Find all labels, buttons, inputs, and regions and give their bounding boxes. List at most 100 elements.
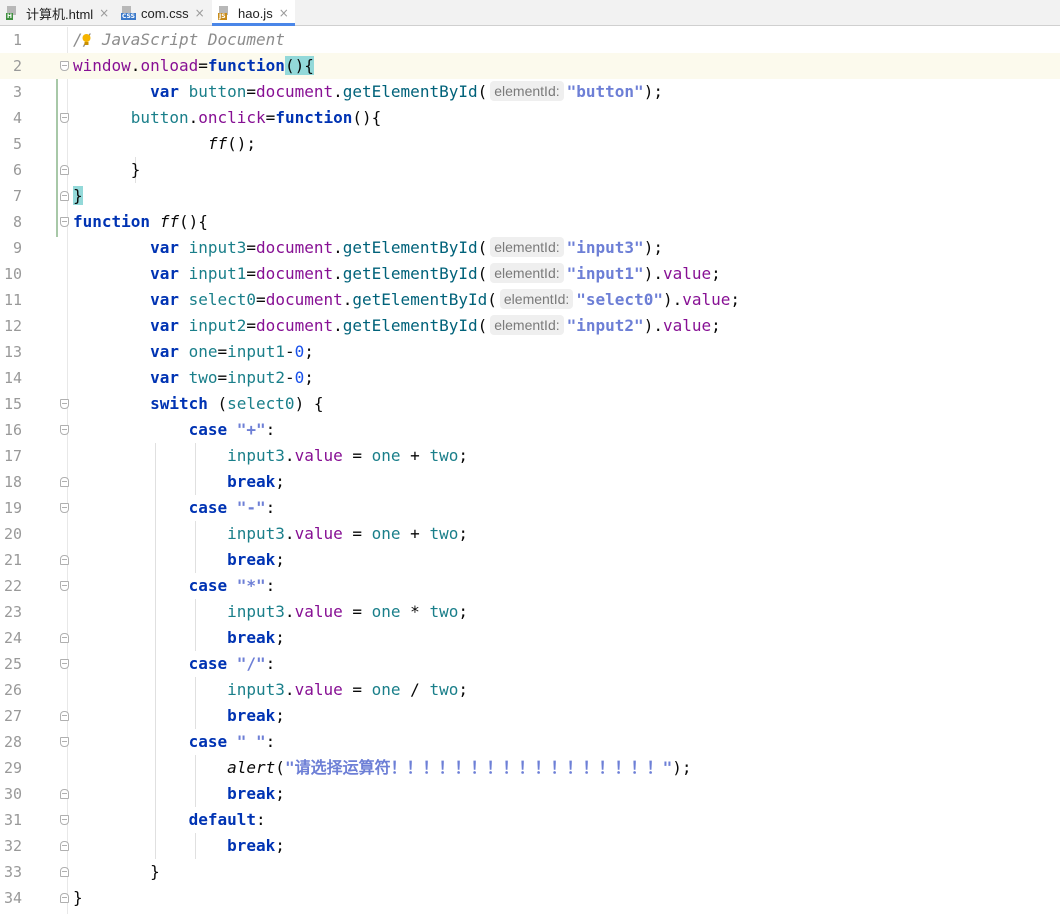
code-line[interactable]: 1 // JavaScript Document: [0, 27, 1060, 53]
fold-icon[interactable]: [60, 815, 69, 825]
parameter-hint: elementId:: [490, 237, 564, 257]
line-content: var input2=document.getElementById(eleme…: [150, 315, 721, 335]
line-content: switch (select0) {: [150, 394, 324, 413]
code-line[interactable]: 9 var input3=document.getElementById(ele…: [0, 235, 1060, 261]
fold-icon[interactable]: [60, 893, 69, 903]
code-line[interactable]: 14 var two=input2-0;: [0, 365, 1060, 391]
code-line[interactable]: 5 ff();: [0, 131, 1060, 157]
line-content: case "/":: [188, 654, 276, 673]
line-content: break;: [227, 784, 285, 803]
tab-label: com.css: [141, 5, 189, 21]
tab-html-file[interactable]: H 计算机.html ×: [6, 0, 109, 26]
code-line[interactable]: 21 break;: [0, 547, 1060, 573]
fold-icon[interactable]: [60, 789, 69, 799]
line-content: function ff(){: [73, 212, 208, 231]
line-content: case "-":: [188, 498, 276, 517]
fold-icon[interactable]: [60, 165, 69, 175]
tab-css-file[interactable]: CSS com.css ×: [121, 0, 205, 26]
line-content: }: [73, 862, 160, 881]
code-line[interactable]: 17 input3.value = one + two;: [0, 443, 1060, 469]
code-line[interactable]: 26 input3.value = one / two;: [0, 677, 1060, 703]
code-line[interactable]: 12 var input2=document.getElementById(el…: [0, 313, 1060, 339]
code-line[interactable]: 13 var one=input1-0;: [0, 339, 1060, 365]
line-content: case "+":: [188, 420, 276, 439]
line-number: 2: [12, 57, 22, 75]
fold-icon[interactable]: [60, 61, 69, 71]
code-line[interactable]: 8 function ff(){: [0, 209, 1060, 235]
line-content: var select0=document.getElementById(elem…: [150, 289, 741, 309]
line-content: break;: [227, 836, 285, 855]
fold-icon[interactable]: [60, 191, 69, 201]
code-line[interactable]: 19 case "-":: [0, 495, 1060, 521]
line-content: alert("请选择运算符！！！！！！！！！！！！！！！！！");: [227, 758, 692, 777]
intention-bulb-icon[interactable]: [80, 33, 93, 46]
code-line[interactable]: 22 case "*":: [0, 573, 1060, 599]
fold-icon[interactable]: [60, 659, 69, 669]
line-content: input3.value = one + two;: [227, 446, 468, 465]
fold-icon[interactable]: [60, 633, 69, 643]
close-icon[interactable]: ×: [195, 6, 205, 20]
fold-icon[interactable]: [60, 711, 69, 721]
fold-icon[interactable]: [60, 425, 69, 435]
code-line[interactable]: 16 case "+":: [0, 417, 1060, 443]
fold-icon[interactable]: [60, 399, 69, 409]
line-number: 30: [3, 785, 22, 803]
fold-icon[interactable]: [60, 113, 69, 123]
line-content: window.onload=function(){: [73, 56, 314, 75]
code-line[interactable]: 28 case " ":: [0, 729, 1060, 755]
code-line[interactable]: 6 }: [0, 157, 1060, 183]
code-line[interactable]: 3 var button=document.getElementById(ele…: [0, 79, 1060, 105]
close-icon[interactable]: ×: [279, 6, 289, 20]
code-line[interactable]: 34 }: [0, 885, 1060, 911]
code-line[interactable]: 4 button.onclick=function(){: [0, 105, 1060, 131]
code-line[interactable]: 10 var input1=document.getElementById(el…: [0, 261, 1060, 287]
code-line[interactable]: 23 input3.value = one * two;: [0, 599, 1060, 625]
css-file-icon: CSS: [121, 6, 136, 20]
code-line[interactable]: 7 }: [0, 183, 1060, 209]
line-number: 26: [3, 681, 22, 699]
code-line[interactable]: 15 switch (select0) {: [0, 391, 1060, 417]
parameter-hint: elementId:: [490, 81, 564, 101]
fold-icon[interactable]: [60, 477, 69, 487]
line-content: ff();: [207, 134, 257, 153]
line-content: var input3=document.getElementById(eleme…: [150, 237, 663, 257]
line-content: break;: [227, 472, 285, 491]
code-line[interactable]: 29 alert("请选择运算符！！！！！！！！！！！！！！！！！");: [0, 755, 1060, 781]
line-content: var one=input1-0;: [150, 342, 314, 361]
line-number: 5: [12, 135, 22, 153]
line-number: 32: [3, 837, 22, 855]
code-line[interactable]: 32 break;: [0, 833, 1060, 859]
line-content: // JavaScript Document: [73, 30, 285, 49]
code-line[interactable]: 27 break;: [0, 703, 1060, 729]
code-line[interactable]: 20 input3.value = one + two;: [0, 521, 1060, 547]
fold-icon[interactable]: [60, 503, 69, 513]
fold-icon[interactable]: [60, 867, 69, 877]
line-number: 28: [3, 733, 22, 751]
line-number: 3: [12, 83, 22, 101]
line-number: 22: [3, 577, 22, 595]
code-line-current[interactable]: 2 window.onload=function(){: [0, 53, 1060, 79]
parameter-hint: elementId:: [499, 289, 574, 309]
code-line[interactable]: 31 default:: [0, 807, 1060, 833]
code-line[interactable]: 25 case "/":: [0, 651, 1060, 677]
line-number: 16: [3, 421, 22, 439]
line-content: }: [73, 888, 83, 907]
line-number: 9: [12, 239, 22, 257]
fold-icon[interactable]: [60, 555, 69, 565]
line-number: 13: [3, 343, 22, 361]
close-icon[interactable]: ×: [99, 6, 109, 20]
line-number: 25: [3, 655, 22, 673]
code-line[interactable]: 33 }: [0, 859, 1060, 885]
code-line[interactable]: 30 break;: [0, 781, 1060, 807]
code-line[interactable]: 18 break;: [0, 469, 1060, 495]
tab-js-file[interactable]: JS hao.js ×: [212, 0, 295, 26]
code-line[interactable]: 11 var select0=document.getElementById(e…: [0, 287, 1060, 313]
code-editor[interactable]: 1 // JavaScript Document 2 window.onload…: [0, 27, 1060, 914]
line-number: 1: [12, 31, 22, 49]
code-line[interactable]: 24 break;: [0, 625, 1060, 651]
fold-icon[interactable]: [60, 737, 69, 747]
line-content: var two=input2-0;: [150, 368, 314, 387]
fold-icon[interactable]: [60, 217, 69, 227]
fold-icon[interactable]: [60, 581, 69, 591]
fold-icon[interactable]: [60, 841, 69, 851]
